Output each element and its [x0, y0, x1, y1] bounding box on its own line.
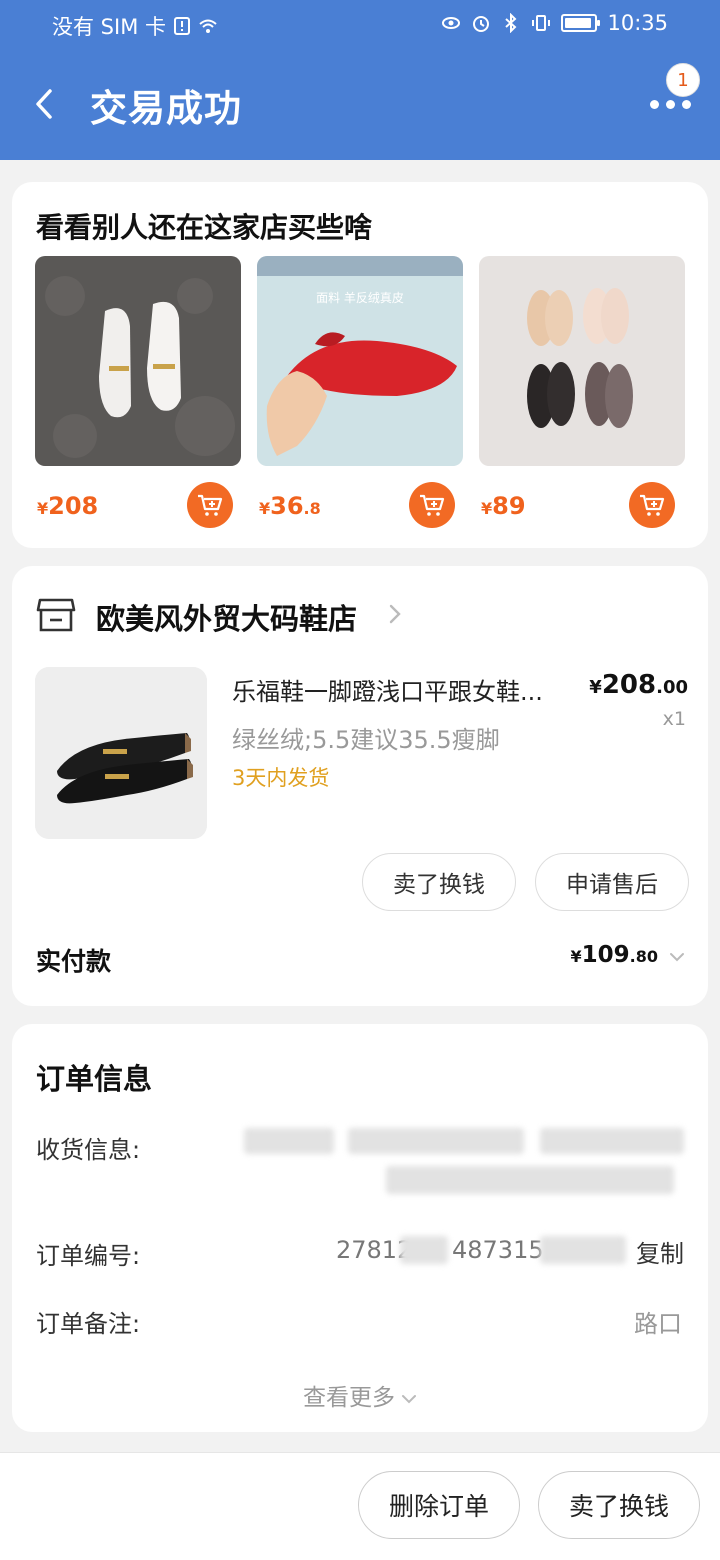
- shop-name-link[interactable]: 欧美风外贸大码鞋店: [96, 596, 357, 638]
- chevron-down-icon[interactable]: [668, 950, 686, 964]
- shipping-promise: 3天内发货: [232, 766, 330, 790]
- order-number-middle: 487315: [452, 1236, 544, 1264]
- order-info-title: 订单信息: [36, 1062, 153, 1096]
- chevron-down-icon: [402, 1394, 416, 1403]
- product-quantity: x1: [662, 708, 686, 730]
- copy-order-number-button[interactable]: 复制: [636, 1234, 684, 1269]
- product-sku: 绿丝绒;5.5建议35.5瘦脚: [232, 726, 500, 754]
- wifi-icon: [199, 19, 217, 33]
- recommend-card: 看看别人还在这家店买些啥 ¥208 面料 羊反绒真皮 ¥36.8 ¥89: [12, 182, 708, 548]
- order-remark-label: 订单备注:: [36, 1310, 141, 1338]
- cart-add-icon: [640, 494, 665, 516]
- notification-badge: 1: [666, 63, 700, 97]
- bottom-action-bar: 删除订单 卖了换钱: [0, 1452, 720, 1560]
- image-caption: 面料 羊反绒真皮: [316, 290, 404, 305]
- bluetooth-icon: [505, 13, 517, 33]
- recommend-item[interactable]: ¥89: [479, 256, 685, 528]
- cart-add-icon: [198, 494, 223, 516]
- delete-order-button[interactable]: 删除订单: [358, 1471, 520, 1539]
- see-more-button[interactable]: 查看更多: [12, 1378, 708, 1412]
- product-name[interactable]: 乐福鞋一脚蹬浅口平跟女鞋...: [232, 672, 582, 707]
- order-number-redacted: [400, 1236, 448, 1264]
- order-info-card: 订单信息 收货信息: 订单编号: 27812 487315 复制 订单备注: 路…: [12, 1024, 708, 1432]
- app-header: 没有 SIM 卡 10:35 交易成功 1: [0, 0, 720, 160]
- battery-icon: [561, 14, 601, 32]
- recommend-price: ¥36.8: [259, 492, 321, 520]
- shipping-info-label: 收货信息:: [36, 1136, 141, 1164]
- back-button[interactable]: [26, 84, 62, 124]
- order-card: 欧美风外贸大码鞋店 乐福鞋一脚蹬浅口平跟女鞋... ¥208.00 x1 绿丝绒…: [12, 566, 708, 1006]
- cart-add-icon: [420, 494, 445, 516]
- recommend-price: ¥89: [481, 492, 526, 520]
- add-to-cart-button[interactable]: [409, 482, 455, 528]
- chevron-right-icon: [389, 604, 401, 624]
- paid-label: 实付款: [36, 947, 112, 976]
- chevron-left-icon: [36, 89, 52, 119]
- sim-alert-icon: [174, 17, 190, 35]
- sell-for-cash-bottom-button[interactable]: 卖了换钱: [538, 1471, 700, 1539]
- recommend-price: ¥208: [37, 492, 99, 520]
- order-product-image[interactable]: [35, 667, 207, 839]
- add-to-cart-button[interactable]: [629, 482, 675, 528]
- product-thumbnail[interactable]: 面料 羊反绒真皮: [257, 256, 463, 466]
- alarm-icon: [473, 16, 490, 32]
- paid-amount[interactable]: ¥109.80: [571, 942, 659, 968]
- page-title: 交易成功: [90, 87, 242, 130]
- product-thumbnail[interactable]: [479, 256, 685, 466]
- recommend-item[interactable]: 面料 羊反绒真皮 ¥36.8: [257, 256, 463, 528]
- eye-icon: [442, 17, 461, 29]
- status-bar: 没有 SIM 卡 10:35: [0, 0, 720, 52]
- shop-icon: [36, 598, 76, 632]
- order-number-redacted: [540, 1236, 626, 1264]
- order-number-label: 订单编号:: [36, 1242, 141, 1270]
- product-price: ¥208.00: [589, 670, 688, 700]
- product-thumbnail[interactable]: [35, 256, 241, 466]
- more-dots-icon: [650, 100, 691, 109]
- order-remark-value: 路口: [634, 1310, 682, 1338]
- clock-text: 10:35: [607, 11, 668, 35]
- add-to-cart-button[interactable]: [187, 482, 233, 528]
- carrier-text: 没有 SIM 卡: [52, 15, 166, 39]
- after-sale-button[interactable]: 申请售后: [535, 853, 689, 911]
- vibrate-icon: [532, 15, 551, 31]
- recommend-title: 看看别人还在这家店买些啥: [36, 211, 373, 244]
- recommend-item[interactable]: ¥208: [35, 256, 241, 528]
- sell-for-cash-button[interactable]: 卖了换钱: [362, 853, 516, 911]
